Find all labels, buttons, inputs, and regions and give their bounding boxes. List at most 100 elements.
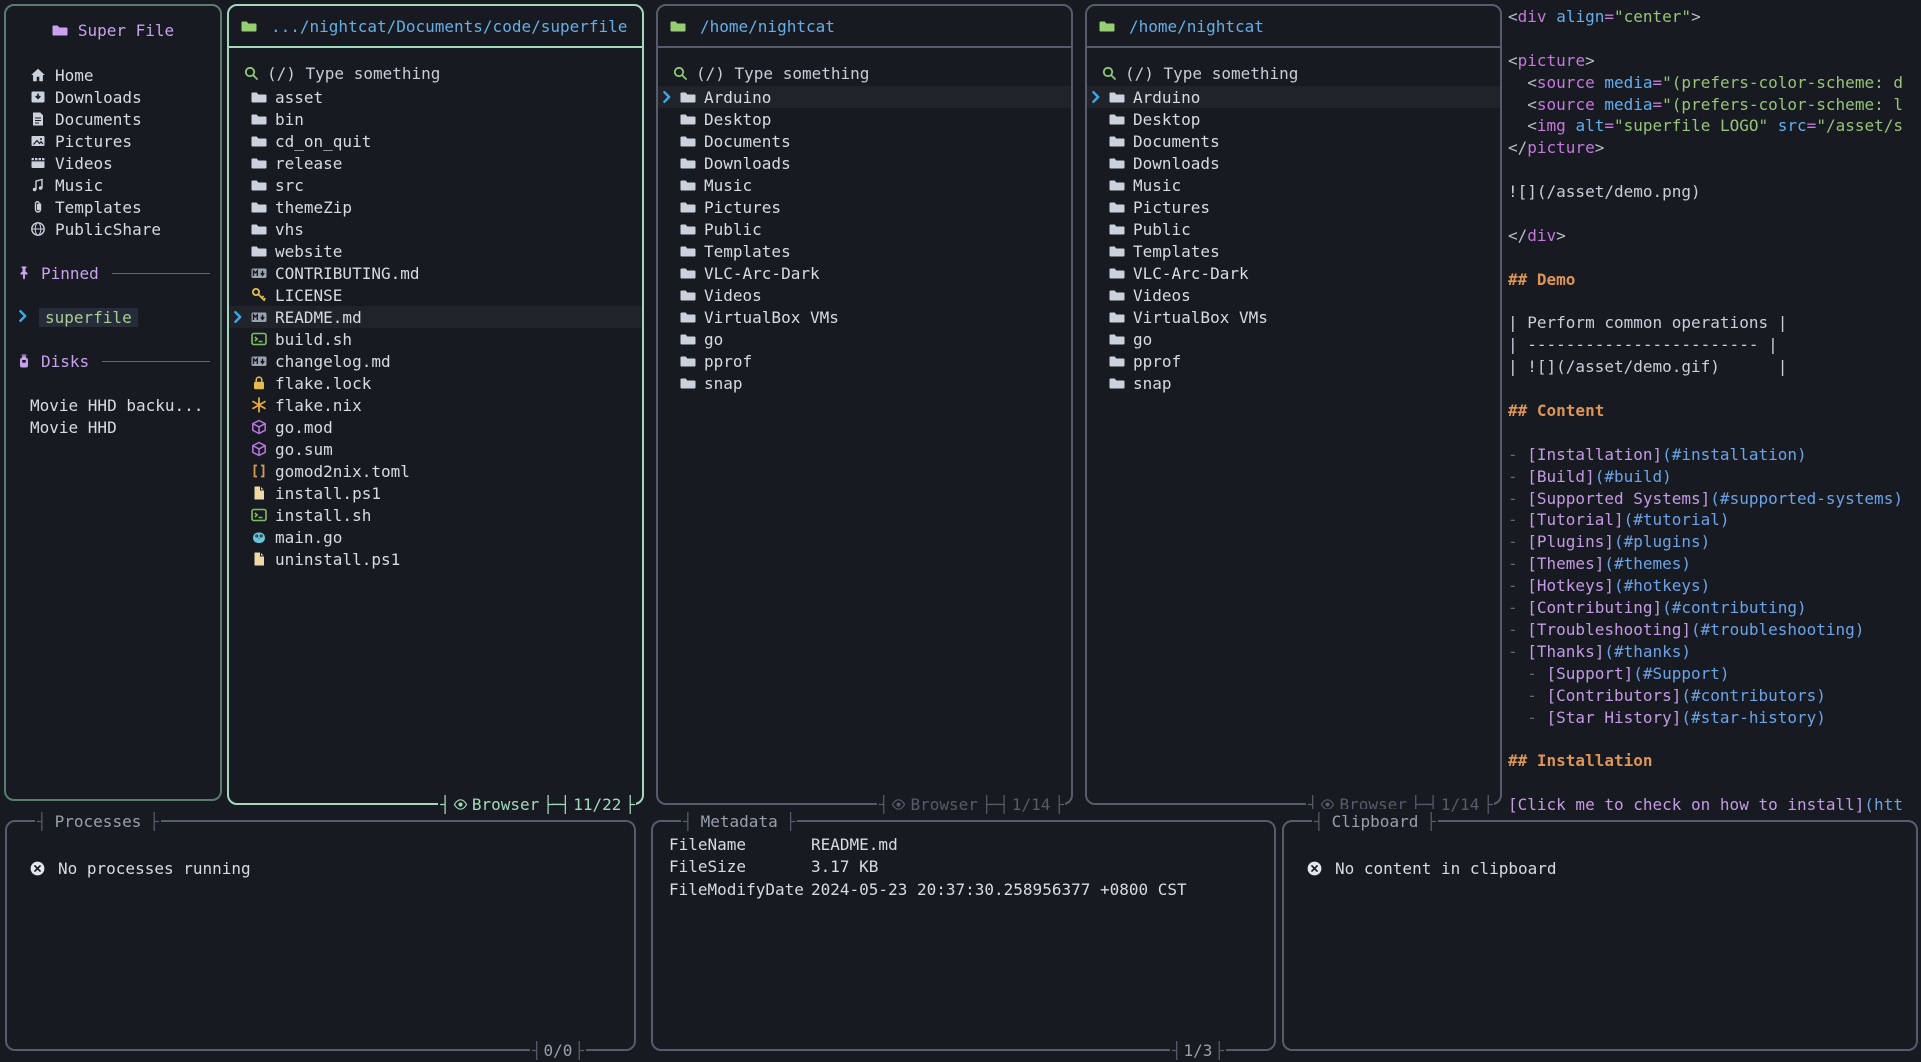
file-row[interactable]: VLC-Arc-Dark: [658, 262, 1071, 284]
sidebar-item-label: Templates: [55, 198, 142, 217]
cursor-gutter: [660, 200, 680, 214]
file-row[interactable]: Documents: [1087, 130, 1500, 152]
file-row[interactable]: Music: [658, 174, 1071, 196]
sidebar-item-label: Music: [55, 176, 103, 195]
cursor-gutter: [231, 266, 251, 280]
file-row[interactable]: cd_on_quit: [229, 130, 642, 152]
file-row[interactable]: Music: [1087, 174, 1500, 196]
section-divider: [112, 273, 210, 274]
file-row[interactable]: Public: [658, 218, 1071, 240]
sidebar-item[interactable]: Downloads: [6, 86, 220, 108]
file-row[interactable]: README.md: [229, 306, 642, 328]
file-row[interactable]: src: [229, 174, 642, 196]
file-row[interactable]: VirtualBox VMs: [658, 306, 1071, 328]
file-row[interactable]: VirtualBox VMs: [1087, 306, 1500, 328]
file-row[interactable]: Templates: [1087, 240, 1500, 262]
file-row[interactable]: themeZip: [229, 196, 642, 218]
metadata-value: 3.17 KB: [811, 857, 878, 879]
counter-text: 0/0: [541, 1041, 574, 1060]
cursor-gutter: [231, 332, 251, 346]
preview-line: - [Tutorial](#tutorial): [1508, 509, 1920, 531]
file-row[interactable]: go: [1087, 328, 1500, 350]
file-row[interactable]: uninstall.ps1: [229, 548, 642, 570]
file-row[interactable]: install.sh: [229, 504, 642, 526]
search-input[interactable]: (/) Type something: [229, 62, 642, 84]
preview-line: <picture>: [1508, 50, 1920, 72]
file-row[interactable]: CONTRIBUTING.md: [229, 262, 642, 284]
file-list: Arduino Desktop Documents Dow: [658, 86, 1071, 394]
file-row[interactable]: pprof: [1087, 350, 1500, 372]
file-row[interactable]: Documents: [658, 130, 1071, 152]
disk-item[interactable]: Movie HHD backu...: [6, 394, 220, 416]
metadata-table: FileName README.md FileSize 3.17 KB File…: [653, 822, 1274, 902]
file-row[interactable]: Desktop: [658, 108, 1071, 130]
file-row[interactable]: bin: [229, 108, 642, 130]
file-row[interactable]: release: [229, 152, 642, 174]
file-row[interactable]: go: [658, 328, 1071, 350]
file-row[interactable]: Downloads: [658, 152, 1071, 174]
file-row[interactable]: Videos: [1087, 284, 1500, 306]
border-tee: ├: [149, 812, 159, 831]
file-row[interactable]: gomod2nix.toml: [229, 460, 642, 482]
sidebar-item[interactable]: Documents: [6, 108, 220, 130]
pinned-section-header: Pinned: [6, 262, 220, 284]
file-row[interactable]: Desktop: [1087, 108, 1500, 130]
file-row[interactable]: Downloads: [1087, 152, 1500, 174]
file-row[interactable]: Videos: [658, 284, 1071, 306]
metadata-value: README.md: [811, 835, 898, 857]
metadata-panel: ┤ Metadata ├ FileName README.md FileSize…: [651, 820, 1276, 1051]
clipboard-panel: ┤ Clipboard ├ No content in clipboard: [1282, 820, 1918, 1051]
file-row[interactable]: build.sh: [229, 328, 642, 350]
sidebar-item[interactable]: Pictures: [6, 130, 220, 152]
disk-item[interactable]: Movie HHD: [6, 416, 220, 438]
pinned-item[interactable]: superfile: [6, 306, 220, 328]
sidebar-item-label: Documents: [55, 110, 142, 129]
preview-line: ## Installation: [1508, 750, 1920, 772]
sidebar-item-icon: [30, 155, 46, 171]
file-row[interactable]: pprof: [658, 350, 1071, 372]
file-type-icon: [1109, 243, 1125, 259]
file-row[interactable]: vhs: [229, 218, 642, 240]
file-type-icon: [251, 287, 267, 303]
file-row[interactable]: main.go: [229, 526, 642, 548]
file-row[interactable]: install.ps1: [229, 482, 642, 504]
sidebar-item[interactable]: Videos: [6, 152, 220, 174]
file-type-icon: [680, 375, 696, 391]
file-row[interactable]: Templates: [658, 240, 1071, 262]
sidebar-item[interactable]: Home: [6, 64, 220, 86]
file-row[interactable]: changelog.md: [229, 350, 642, 372]
file-row[interactable]: Pictures: [658, 196, 1071, 218]
file-row[interactable]: flake.nix: [229, 394, 642, 416]
processes-empty-text: No processes running: [58, 859, 251, 878]
sidebar-item[interactable]: Music: [6, 174, 220, 196]
file-row[interactable]: Public: [1087, 218, 1500, 240]
file-row[interactable]: Arduino: [658, 86, 1071, 108]
file-row[interactable]: asset: [229, 86, 642, 108]
file-row[interactable]: website: [229, 240, 642, 262]
cursor-gutter: [660, 266, 680, 280]
file-row[interactable]: flake.lock: [229, 372, 642, 394]
panel-mode: Browser: [910, 795, 977, 814]
sidebar-item[interactable]: PublicShare: [6, 218, 220, 240]
file-row[interactable]: go.sum: [229, 438, 642, 460]
file-row[interactable]: snap: [1087, 372, 1500, 394]
superfile-app: Super File Home Downloads Documents: [0, 0, 1921, 1056]
search-input[interactable]: (/) Type something: [658, 62, 1071, 84]
file-row[interactable]: VLC-Arc-Dark: [1087, 262, 1500, 284]
file-row[interactable]: Pictures: [1087, 196, 1500, 218]
app-title-text: Super File: [78, 21, 174, 40]
file-name: VLC-Arc-Dark: [1133, 264, 1249, 283]
panel-path: /home/nightcat: [700, 17, 835, 36]
file-row[interactable]: LICENSE: [229, 284, 642, 306]
search-input[interactable]: (/) Type something: [1087, 62, 1500, 84]
file-name: install.ps1: [275, 484, 381, 503]
sidebar-item[interactable]: Templates: [6, 196, 220, 218]
file-name: Videos: [1133, 286, 1191, 305]
cursor-gutter: [660, 178, 680, 192]
cursor-gutter: [1089, 178, 1109, 192]
file-row[interactable]: go.mod: [229, 416, 642, 438]
file-row[interactable]: snap: [658, 372, 1071, 394]
cursor-gutter: [231, 486, 251, 500]
file-name: flake.nix: [275, 396, 362, 415]
file-row[interactable]: Arduino: [1087, 86, 1500, 108]
